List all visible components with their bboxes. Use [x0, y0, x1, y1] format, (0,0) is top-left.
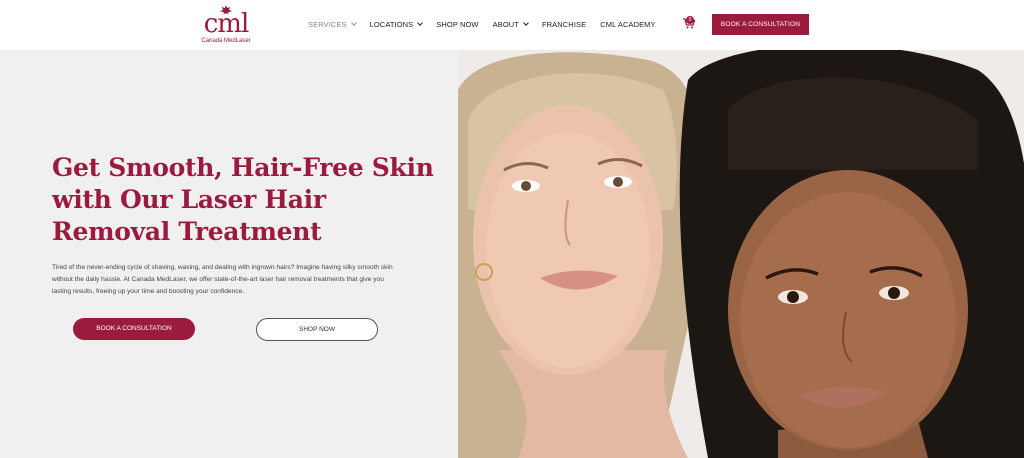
nav-item-shop-now[interactable]: SHOP NOW [436, 20, 478, 29]
chevron-down-icon [523, 19, 529, 26]
book-consultation-header-button[interactable]: BOOK A CONSULTATION [712, 14, 809, 35]
nav-item-services[interactable]: SERVICES [308, 19, 357, 29]
nav-label: ABOUT [492, 19, 519, 29]
nav-item-locations[interactable]: LOCATIONS [369, 19, 424, 29]
cart-count-badge: 0 [686, 16, 694, 24]
site-header: cml Canada MedLaser SERVICES LOCATIONS S… [0, 0, 1024, 50]
hero-text-panel [0, 50, 458, 458]
portrait-illustration [458, 50, 1024, 458]
nav-label: CML ACADEMY [600, 19, 656, 29]
nav-label: SHOP NOW [436, 19, 479, 29]
hero-image [458, 50, 1024, 458]
book-consultation-button[interactable]: BOOK A CONSULTATION [73, 318, 195, 340]
nav-label: LOCATIONS [369, 19, 414, 29]
logo-subtext: Canada MedLaser [201, 38, 251, 44]
hero-title: Get Smooth, Hair-Free Skin with Our Lase… [52, 153, 434, 246]
logo-wordmark: cml [203, 9, 250, 39]
main-nav: SERVICES LOCATIONS SHOP NOW ABOUT FRANCH… [308, 18, 670, 30]
site-logo[interactable]: cml Canada MedLaser [198, 5, 254, 47]
nav-label: FRANCHISE [541, 19, 587, 29]
nav-item-cml-academy[interactable]: CML ACADEMY [600, 20, 655, 29]
nav-item-franchise[interactable]: FRANCHISE [542, 20, 586, 29]
nav-item-about[interactable]: ABOUT [492, 19, 529, 29]
nav-label: SERVICES [308, 19, 347, 29]
hero-description: Tired of the never-ending cycle of shavi… [52, 264, 393, 295]
shop-now-button[interactable]: SHOP NOW [256, 318, 378, 341]
chevron-down-icon [350, 19, 357, 26]
chevron-down-icon [417, 19, 424, 26]
